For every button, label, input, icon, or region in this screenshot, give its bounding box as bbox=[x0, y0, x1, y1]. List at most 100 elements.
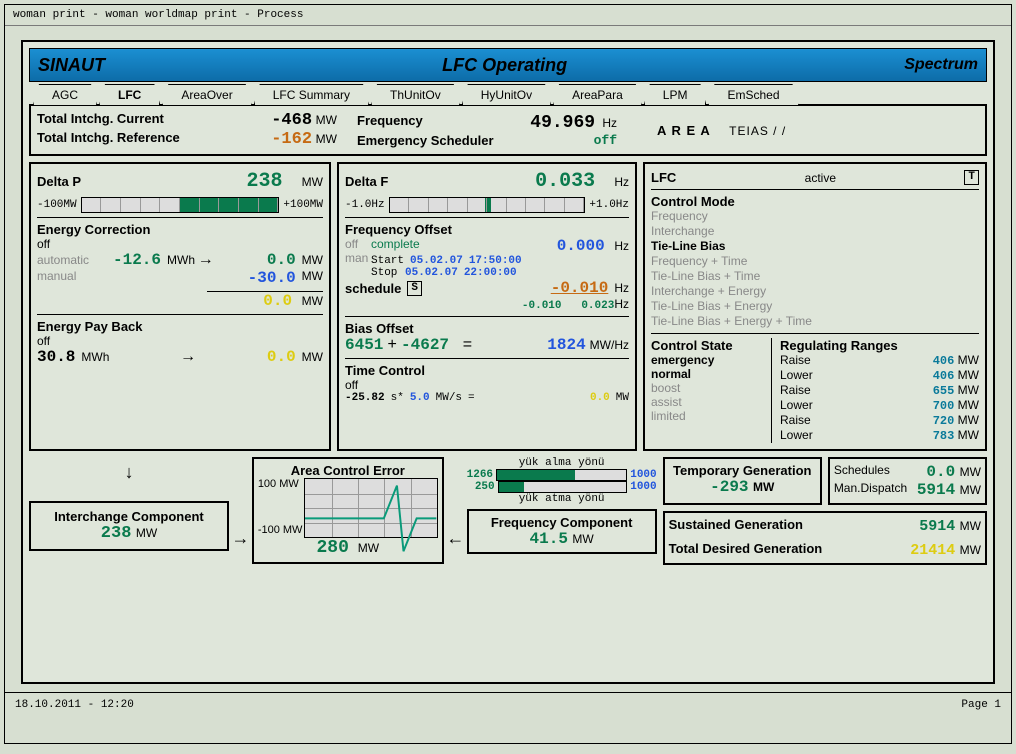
energy-correction-title: Energy Correction bbox=[37, 222, 323, 237]
sg-unit: MW bbox=[960, 519, 981, 533]
ec-sum-val: 0.0 bbox=[263, 292, 292, 310]
state-item[interactable]: limited bbox=[651, 409, 771, 423]
state-item[interactable]: assist bbox=[651, 395, 771, 409]
yuk-alma-title: yük alma yönü bbox=[467, 457, 657, 469]
ec-auto-mw: 0.0 bbox=[217, 251, 296, 269]
yt-right: 1000 bbox=[630, 481, 656, 493]
footer-bar: 18.10.2011 - 12:20 Page 1 bbox=[5, 692, 1011, 717]
lfc-t-button[interactable]: T bbox=[964, 170, 979, 185]
tc-s-unit: s* bbox=[391, 392, 404, 404]
state-item[interactable]: emergency bbox=[651, 353, 771, 367]
schedule-u1: Hz bbox=[614, 281, 629, 295]
fo-start-date: 05.02.07 bbox=[410, 255, 463, 267]
bias-b: -4627 bbox=[401, 336, 449, 354]
freq-component-box: Frequency Component 41.5 MW bbox=[467, 509, 657, 554]
ec-auto-val: -12.6 bbox=[113, 251, 161, 269]
tdg-unit: MW bbox=[960, 543, 981, 557]
tc-s: -25.82 bbox=[345, 392, 385, 404]
tab-agc[interactable]: AGC bbox=[33, 84, 97, 105]
tir-label: Total Intchg. Reference bbox=[37, 130, 180, 149]
interchange-component-box: Interchange Component 238 MW bbox=[29, 501, 229, 551]
arrow-right-icon: → bbox=[201, 251, 211, 269]
ec-auto-mw-unit: MW bbox=[302, 253, 323, 267]
fo-stop-time: 22:00:00 bbox=[464, 267, 517, 279]
schedule-u3: Hz bbox=[614, 297, 629, 311]
delta-f-box: Delta F 0.033 Hz -1.0Hz +1.0Hz Frequency… bbox=[337, 162, 637, 451]
tc-rate: 5.0 bbox=[410, 392, 430, 404]
tab-hyunitov[interactable]: HyUnitOv bbox=[462, 84, 551, 105]
delta-f-gauge bbox=[389, 197, 586, 213]
sch-val: 0.0 bbox=[926, 463, 955, 481]
ic-title: Interchange Component bbox=[37, 509, 221, 524]
delta-p-unit: MW bbox=[302, 175, 323, 189]
ya-right: 1000 bbox=[630, 469, 656, 481]
report-paper: SINAUT LFC Operating Spectrum AGC LFC Ar… bbox=[21, 40, 995, 684]
bias-eq: 1824 bbox=[547, 336, 585, 354]
payback-mw: 0.0 bbox=[267, 348, 296, 366]
tab-areaover[interactable]: AreaOver bbox=[162, 84, 251, 105]
payback-title: Energy Pay Back bbox=[37, 319, 323, 334]
tab-lfcsummary[interactable]: LFC Summary bbox=[254, 84, 369, 105]
bias-unit: MW/Hz bbox=[590, 338, 629, 352]
delta-p-title: Delta P bbox=[37, 174, 81, 189]
tg-val: -293 bbox=[710, 478, 748, 496]
schedules-box: Schedules 0.0 MW Man.Dispatch 5914 MW bbox=[828, 457, 987, 505]
fo-man: man bbox=[345, 251, 368, 265]
delta-p-box: Delta P 238 MW -100MW +100MW Energy Corr… bbox=[29, 162, 331, 451]
payback-state: off bbox=[37, 334, 323, 348]
yt-left: 250 bbox=[467, 481, 495, 493]
mode-item[interactable]: Frequency + Time bbox=[651, 254, 979, 269]
ic-val: 238 bbox=[101, 524, 132, 543]
print-window: woman print - woman worldmap print - Pro… bbox=[4, 4, 1012, 744]
sch-title: Schedules bbox=[834, 463, 890, 481]
fo-complete: complete bbox=[371, 237, 420, 255]
delta-f-title: Delta F bbox=[345, 174, 388, 189]
fc-val: 41.5 bbox=[530, 530, 568, 548]
mode-item[interactable]: Interchange + Energy bbox=[651, 284, 979, 299]
arrow-left-icon: ← bbox=[450, 531, 461, 565]
tdg-val: 21414 bbox=[910, 542, 955, 559]
area-value: TEIAS / / bbox=[729, 124, 786, 138]
payback-mw-unit: MW bbox=[302, 350, 323, 364]
bias-a: 6451 bbox=[345, 336, 383, 354]
fo-stop-label: Stop bbox=[371, 267, 399, 279]
tab-areapara[interactable]: AreaPara bbox=[553, 84, 642, 105]
mode-item[interactable]: Interchange bbox=[651, 224, 979, 239]
mode-item[interactable]: Tie-Line Bias + Energy + Time bbox=[651, 314, 979, 329]
sch-unit: MW bbox=[960, 465, 981, 479]
fo-val: 0.000 bbox=[557, 237, 605, 255]
mode-item-active[interactable]: Tie-Line Bias bbox=[651, 239, 979, 254]
fc-title: Frequency Component bbox=[473, 515, 651, 530]
freq-value: 49.969 bbox=[530, 113, 595, 133]
tab-emsched[interactable]: EmSched bbox=[708, 84, 798, 105]
generation-box: Sustained Generation 5914 MW Total Desir… bbox=[663, 511, 987, 565]
ec-auto-unit: MWh bbox=[167, 253, 195, 267]
es-value: off bbox=[594, 133, 617, 148]
schedule-v3: 0.023 bbox=[581, 300, 614, 312]
schedule-v1: -0.010 bbox=[551, 279, 609, 297]
md-title: Man.Dispatch bbox=[834, 481, 907, 499]
tir-unit: MW bbox=[316, 132, 337, 146]
header-title: LFC Operating bbox=[442, 55, 567, 76]
md-unit: MW bbox=[960, 483, 981, 497]
mode-item[interactable]: Tie-Line Bias + Energy bbox=[651, 299, 979, 314]
top-info-box: Total Intchg. Current -468 MW Total Intc… bbox=[29, 104, 987, 156]
tab-lpm[interactable]: LPM bbox=[644, 84, 707, 105]
ec-man-val: -30.0 bbox=[248, 269, 296, 287]
ec-sum-unit: MW bbox=[302, 294, 323, 308]
state-item[interactable]: normal bbox=[651, 367, 771, 381]
delta-p-max: +100MW bbox=[283, 199, 323, 211]
mode-item[interactable]: Tie-Line Bias + Time bbox=[651, 269, 979, 284]
mode-item[interactable]: Frequency bbox=[651, 209, 979, 224]
header-right: Spectrum bbox=[904, 56, 978, 74]
ace-bot: -100 MW bbox=[258, 524, 303, 536]
tab-thunitov[interactable]: ThUnitOv bbox=[371, 84, 460, 105]
header-left: SINAUT bbox=[38, 55, 105, 76]
fo-start-label: Start bbox=[371, 255, 404, 267]
window-title: woman print - woman worldmap print - Pro… bbox=[5, 5, 1011, 26]
schedule-s-icon[interactable]: S bbox=[407, 281, 422, 296]
ic-unit: MW bbox=[136, 526, 157, 540]
state-item[interactable]: boost bbox=[651, 381, 771, 395]
tab-lfc[interactable]: LFC bbox=[99, 84, 160, 105]
fo-stop-date: 05.02.07 bbox=[405, 267, 458, 279]
